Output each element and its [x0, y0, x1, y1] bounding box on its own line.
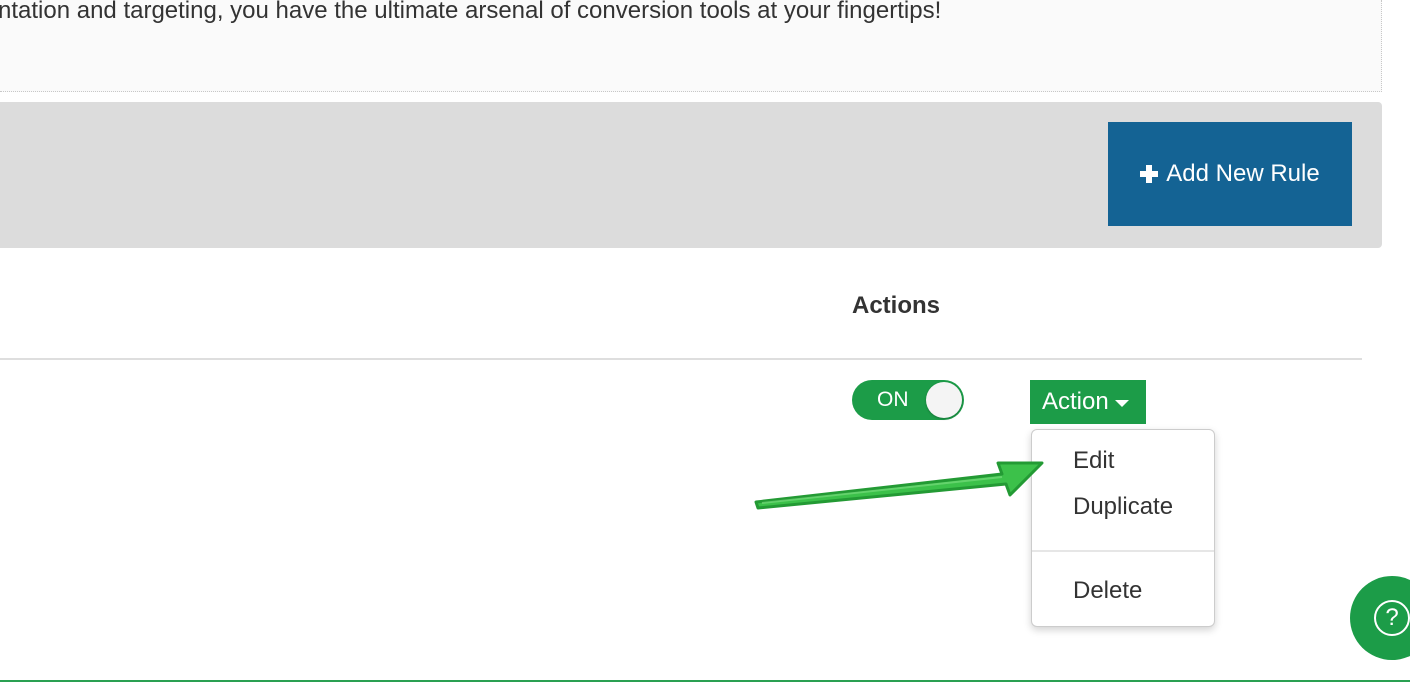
dropdown-item-delete[interactable]: Delete — [1073, 577, 1142, 605]
intro-panel: ntation and targeting, you have the ulti… — [0, 0, 1382, 92]
add-new-rule-label: Add New Rule — [1166, 160, 1320, 187]
dropdown-item-edit[interactable]: Edit — [1073, 447, 1114, 475]
arrow-right-icon — [754, 461, 1044, 510]
add-new-rule-button[interactable]: Add New Rule — [1108, 122, 1352, 226]
toggle-knob — [926, 382, 962, 418]
bottom-accent-line — [0, 680, 1410, 682]
rule-status-toggle[interactable]: ON — [852, 380, 964, 420]
question-icon: ? — [1374, 600, 1410, 636]
intro-text: ntation and targeting, you have the ulti… — [0, 0, 942, 24]
dropdown-divider — [1032, 550, 1214, 552]
action-dropdown-button[interactable]: Action — [1030, 380, 1146, 424]
plus-icon — [1140, 165, 1159, 183]
dropdown-item-duplicate[interactable]: Duplicate — [1073, 493, 1173, 521]
rules-toolbar: Add New Rule — [0, 102, 1382, 248]
action-dropdown-menu: Edit Duplicate Delete — [1031, 429, 1215, 627]
toggle-label: ON — [877, 388, 909, 411]
caret-down-icon — [1114, 400, 1129, 407]
action-button-label: Action — [1042, 388, 1109, 415]
help-button[interactable]: ? — [1350, 576, 1410, 660]
actions-column-header: Actions — [852, 292, 941, 319]
page: ntation and targeting, you have the ulti… — [0, 0, 1410, 686]
table-header-divider — [0, 358, 1362, 360]
